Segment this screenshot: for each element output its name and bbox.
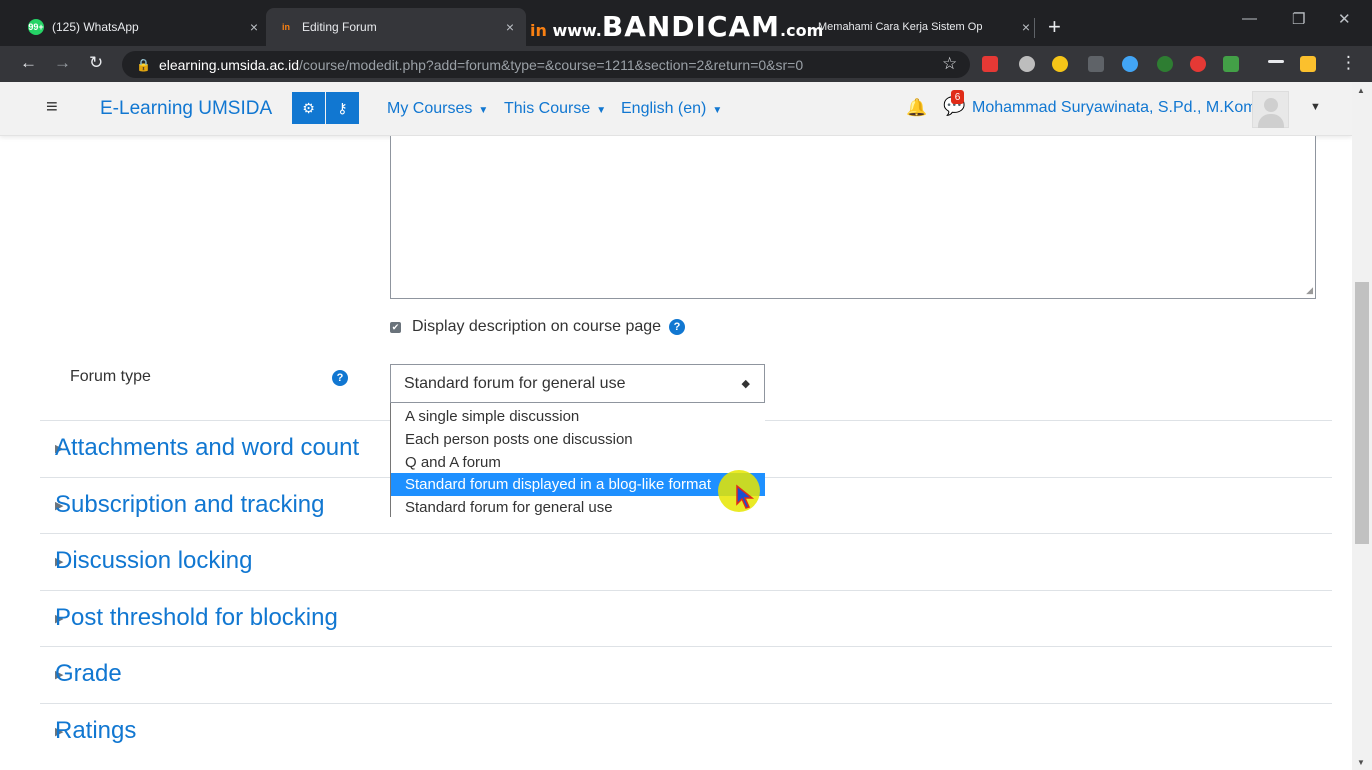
forward-icon[interactable]: → <box>54 53 71 73</box>
site-navbar: ≡ E-Learning UMSIDA ⚙ ⚷ My Courses ▼ This… <box>0 82 1352 136</box>
close-icon[interactable]: × <box>1022 19 1030 35</box>
section-title-subscription[interactable]: Subscription and tracking <box>55 491 324 519</box>
key-icon[interactable]: ⚷ <box>326 92 359 124</box>
mouse-pointer-icon <box>736 484 755 509</box>
description-textarea[interactable]: ◢ <box>390 136 1316 299</box>
dropdown-option[interactable]: Q and A forum <box>391 451 765 474</box>
url-path: /course/modedit.php?add=forum&type=&cour… <box>299 56 804 73</box>
select-arrows-icon: ◆ <box>741 378 750 390</box>
bell-icon[interactable]: 🔔 <box>906 98 927 118</box>
this-course-menu[interactable]: This Course ▼ <box>504 100 606 118</box>
tab-title: Memahami Cara Kerja Sistem Op <box>818 21 983 33</box>
close-icon[interactable]: × <box>250 19 258 35</box>
restore-icon[interactable]: ❐ <box>1292 10 1305 28</box>
extension-icon[interactable] <box>1157 56 1173 72</box>
dropdown-option[interactable]: Each person posts one discussion <box>391 428 765 451</box>
caret-down-icon: ▼ <box>596 105 607 116</box>
hamburger-menu-icon[interactable]: ≡ <box>46 96 58 119</box>
browser-tab-strip: 99+ (125) WhatsApp × in Editing Forum × … <box>0 0 1372 46</box>
url-host: elearning.umsida.ac.id <box>158 56 300 73</box>
moodle-icon: in <box>282 22 290 32</box>
dropdown-option-selected[interactable]: Standard forum displayed in a blog-like … <box>391 473 765 496</box>
window-close-icon[interactable]: ✕ <box>1338 10 1351 28</box>
extension-icon[interactable] <box>1223 56 1239 72</box>
scroll-up-icon[interactable]: ▲ <box>1357 86 1365 95</box>
avatar[interactable] <box>1252 91 1289 128</box>
minimize-icon[interactable]: — <box>1242 10 1257 27</box>
user-name[interactable]: Mohammad Suryawinata, S.Pd., M.Kom <box>972 99 1257 117</box>
lock-icon: 🔒 <box>136 57 151 72</box>
extension-icon[interactable] <box>1088 56 1104 72</box>
scrollbar-thumb[interactable] <box>1355 282 1369 544</box>
tab-title: Editing Forum <box>302 20 377 34</box>
my-courses-menu[interactable]: My Courses ▼ <box>387 100 488 118</box>
address-bar[interactable]: 🔒 elearning.umsida.ac.id/course/modedit.… <box>122 51 970 78</box>
whatsapp-icon: 99+ <box>28 19 44 35</box>
extension-icon[interactable] <box>1300 56 1316 72</box>
new-tab-button[interactable]: + <box>1048 14 1061 40</box>
tab-separator <box>1034 18 1035 38</box>
display-description-row: ✔ Display description on course page ? <box>390 318 686 336</box>
site-name-link[interactable]: E-Learning UMSIDA <box>100 98 272 120</box>
forum-type-select[interactable]: Standard forum for general use ◆ <box>390 364 765 403</box>
extension-icon[interactable] <box>1122 56 1138 72</box>
extension-icon[interactable] <box>1190 56 1206 72</box>
reading-list-icon[interactable] <box>1268 60 1284 63</box>
section-title-discussion-locking[interactable]: Discussion locking <box>55 547 252 575</box>
forum-type-label: Forum type <box>70 368 151 385</box>
display-description-checkbox[interactable]: ✔ <box>390 321 401 333</box>
section-title-post-threshold[interactable]: Post threshold for blocking <box>55 604 338 632</box>
close-icon[interactable]: × <box>506 19 514 35</box>
help-icon[interactable]: ? <box>332 370 348 386</box>
extension-icon[interactable] <box>1019 56 1035 72</box>
message-count-badge: 6 <box>951 90 964 104</box>
admin-cogs-icon[interactable]: ⚙ <box>292 92 325 124</box>
section-title-attachments[interactable]: Attachments and word count <box>55 434 359 462</box>
tab-whatsapp[interactable]: 99+ (125) WhatsApp × <box>16 8 270 46</box>
reload-icon[interactable]: ↻ <box>89 53 103 73</box>
display-description-label: Display description on course page <box>412 318 662 335</box>
caret-down-icon: ▼ <box>712 105 723 116</box>
moodle-icon: in <box>530 21 547 40</box>
resize-handle-icon[interactable]: ◢ <box>1306 285 1313 296</box>
forum-type-value: Standard forum for general use <box>404 374 626 392</box>
bookmark-star-icon[interactable]: ☆ <box>942 54 957 74</box>
tab-title: (125) WhatsApp <box>52 20 139 34</box>
browser-menu-icon[interactable]: ⋮ <box>1340 53 1357 73</box>
back-icon[interactable]: ← <box>20 53 37 73</box>
extension-icon[interactable] <box>1052 56 1068 72</box>
forum-type-dropdown-list: A single simple discussion Each person p… <box>390 403 765 517</box>
tab-editing-forum[interactable]: in Editing Forum × <box>266 8 526 46</box>
section-grade[interactable]: ▶ <box>40 646 1332 703</box>
browser-toolbar: ← → ↻ 🔒 elearning.umsida.ac.id/course/mo… <box>0 46 1372 82</box>
language-menu[interactable]: English (en) ▼ <box>621 100 722 118</box>
scroll-down-icon[interactable]: ▼ <box>1357 758 1365 767</box>
bandicam-watermark: in www.BANDICAM.com <box>530 10 824 43</box>
section-title-grade[interactable]: Grade <box>55 660 122 688</box>
help-icon[interactable]: ? <box>669 319 686 335</box>
section-ratings[interactable]: ▶ <box>40 703 1332 760</box>
section-title-ratings[interactable]: Ratings <box>55 717 136 745</box>
dropdown-option[interactable]: Standard forum for general use <box>391 496 765 519</box>
caret-down-icon: ▼ <box>478 105 489 116</box>
dropdown-option[interactable]: A single simple discussion <box>391 405 765 428</box>
user-menu-caret-icon[interactable]: ▼ <box>1310 101 1321 113</box>
extension-icon[interactable] <box>982 56 998 72</box>
